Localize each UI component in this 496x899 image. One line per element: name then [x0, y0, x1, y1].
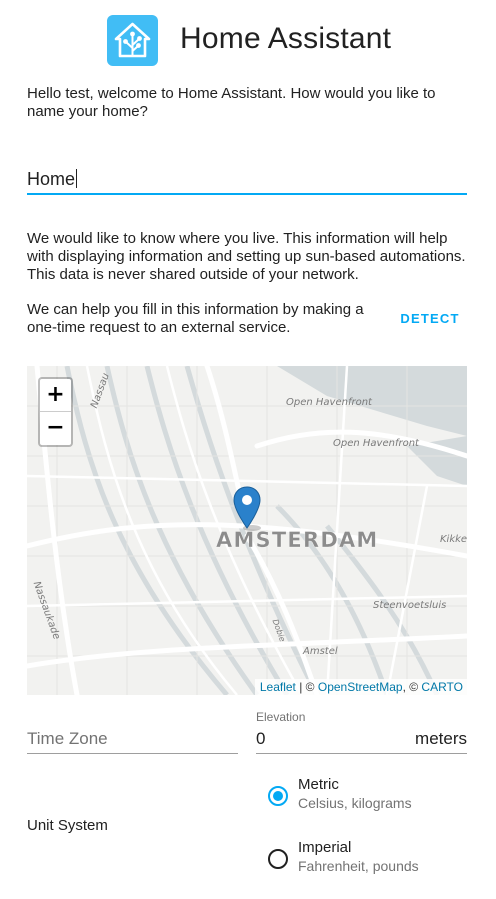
imperial-subtitle: Fahrenheit, pounds — [298, 858, 419, 874]
home-name-input[interactable]: Home — [27, 169, 78, 190]
imperial-radio-button[interactable] — [268, 849, 288, 869]
leaflet-link[interactable]: Leaflet — [260, 680, 296, 694]
unit-option-imperial[interactable]: Imperial Fahrenheit, pounds — [266, 839, 466, 879]
header: Home Assistant — [0, 0, 496, 80]
time-zone-field[interactable]: Time Zone — [27, 723, 238, 754]
location-map[interactable]: Nassau Open Havenfront Open Havenfront K… — [27, 366, 467, 695]
unit-system-label: Unit System — [27, 817, 108, 834]
zoom-out-button[interactable]: − — [40, 412, 71, 445]
map-label-open-havenfront-2: Open Havenfront — [333, 438, 419, 449]
elevation-field[interactable]: 0 meters — [256, 723, 467, 754]
elevation-unit-suffix: meters — [415, 729, 467, 748]
detect-button[interactable]: DETECT — [393, 304, 467, 334]
home-assistant-logo — [107, 15, 158, 66]
location-info-text: We would like to know where you live. Th… — [27, 230, 466, 283]
intro-text: Hello test, welcome to Home Assistant. H… — [27, 85, 436, 120]
zoom-controls: + − — [38, 377, 73, 447]
attribution-separator-2: , © — [402, 680, 422, 694]
elevation-value: 0 — [256, 729, 266, 748]
map-label-steenvoetsluis: Steenvoetsluis — [373, 600, 447, 611]
imperial-title: Imperial — [298, 839, 352, 856]
time-zone-placeholder: Time Zone — [27, 729, 108, 748]
metric-subtitle: Celsius, kilograms — [298, 795, 412, 811]
map-label-open-havenfront-1: Open Havenfront — [286, 397, 372, 408]
app-title: Home Assistant — [180, 22, 392, 55]
map-attribution: Leaflet | © OpenStreetMap, © CARTO — [254, 679, 467, 695]
carto-link[interactable]: CARTO — [421, 680, 463, 694]
elevation-label: Elevation — [256, 710, 306, 724]
metric-title: Metric — [298, 776, 339, 793]
attribution-separator-1: | © — [295, 680, 318, 694]
home-name-value: Home — [27, 169, 76, 189]
detect-info-text: We can help you fill in this information… — [27, 301, 364, 336]
metric-radio-button[interactable] — [268, 786, 288, 806]
location-marker-icon[interactable] — [233, 486, 263, 532]
zoom-in-button[interactable]: + — [40, 379, 71, 412]
home-name-field[interactable]: Home — [27, 163, 467, 195]
map-label-kikke: Kikke — [440, 534, 467, 545]
text-caret — [76, 169, 78, 188]
openstreetmap-link[interactable]: OpenStreetMap — [318, 680, 403, 694]
map-label-amstel: Amstel — [303, 646, 338, 657]
unit-option-metric[interactable]: Metric Celsius, kilograms — [266, 776, 466, 816]
